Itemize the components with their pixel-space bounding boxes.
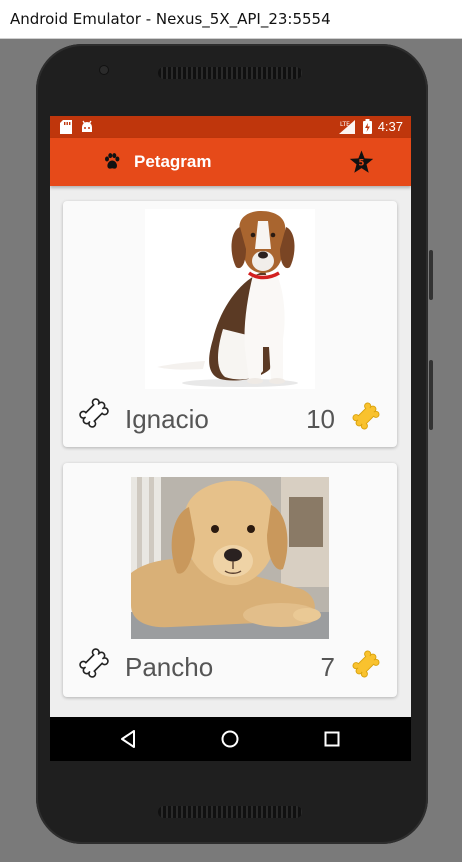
- battery-charging-icon: [363, 119, 372, 139]
- phone-side-button[interactable]: [429, 250, 433, 300]
- pet-card[interactable]: Ignacio 10: [63, 201, 397, 447]
- top-speaker: [158, 67, 302, 79]
- pet-list: Ignacio 10 Pancho 7: [50, 186, 411, 717]
- home-icon[interactable]: [221, 730, 239, 753]
- sd-card-icon: [60, 120, 72, 139]
- phone-screen: LTE 4:37 Petagram 5 Ignacio 10 Pancho 7: [50, 116, 411, 761]
- window-titlebar: Android Emulator - Nexus_5X_API_23:5554: [0, 0, 462, 39]
- svg-text:5: 5: [359, 159, 365, 169]
- android-debug-icon: [80, 120, 94, 139]
- pet-photo-labrador: [131, 477, 329, 639]
- front-camera: [100, 66, 108, 74]
- paw-icon: [104, 153, 120, 175]
- svg-text:LTE: LTE: [340, 121, 350, 128]
- app-bar: Petagram 5: [50, 138, 411, 186]
- app-title: Petagram: [134, 152, 212, 171]
- like-count: 10: [306, 404, 335, 434]
- bone-outline-icon[interactable]: [79, 398, 109, 433]
- pet-name: Ignacio: [125, 404, 209, 434]
- status-bar: LTE 4:37: [50, 116, 411, 138]
- recents-icon[interactable]: [324, 731, 340, 752]
- bottom-speaker: [158, 806, 302, 818]
- bone-yellow-icon: [352, 650, 380, 683]
- window-title: Android Emulator - Nexus_5X_API_23:5554: [10, 10, 331, 28]
- bone-yellow-icon: [352, 402, 380, 435]
- star-icon[interactable]: 5: [349, 150, 374, 179]
- like-count: 7: [320, 652, 335, 682]
- phone-volume-button[interactable]: [429, 360, 433, 430]
- pet-name: Pancho: [125, 652, 214, 682]
- status-time: 4:37: [377, 119, 403, 134]
- navigation-bar: [50, 717, 411, 761]
- pet-photo-beagle: [145, 209, 315, 389]
- lte-signal-icon: LTE: [339, 120, 357, 139]
- pet-card[interactable]: Pancho 7: [63, 463, 397, 697]
- back-icon[interactable]: [120, 730, 136, 753]
- bone-outline-icon[interactable]: [79, 648, 109, 683]
